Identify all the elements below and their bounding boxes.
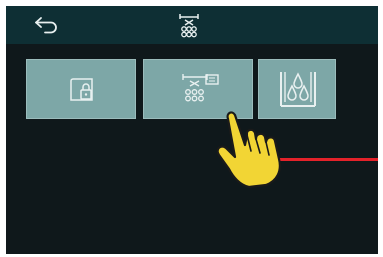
- shower-head-icon: [179, 14, 199, 38]
- tap-hand-icon: [216, 111, 281, 189]
- top-bar: [6, 6, 378, 44]
- page-title: [176, 11, 202, 39]
- door-lock-icon: [70, 78, 93, 101]
- door-lock-button[interactable]: [26, 59, 136, 119]
- control-panel-screen: [6, 6, 378, 254]
- back-arrow-icon: [35, 17, 57, 34]
- back-button[interactable]: [32, 15, 62, 35]
- tap-indicator: [211, 101, 301, 191]
